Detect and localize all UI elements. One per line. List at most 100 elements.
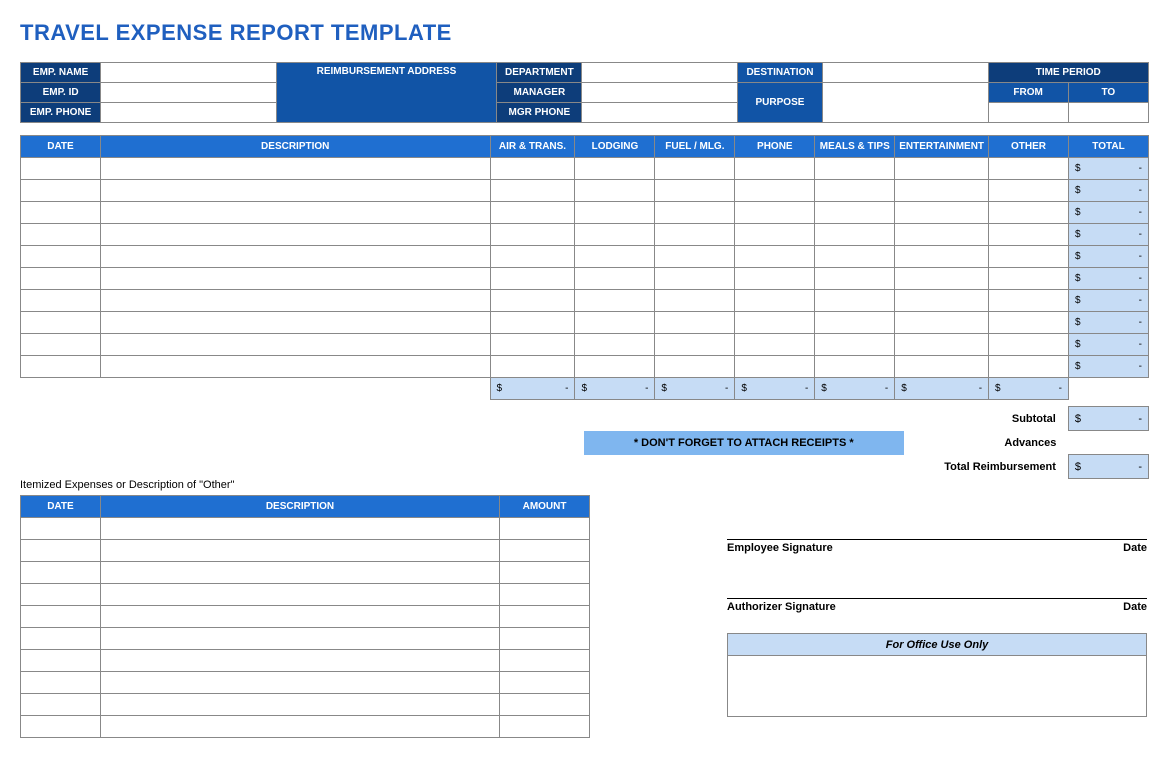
- expense-cell[interactable]: [575, 202, 655, 224]
- expense-cell[interactable]: [989, 180, 1069, 202]
- expense-cell[interactable]: [655, 334, 735, 356]
- itemized-cell[interactable]: [21, 562, 101, 584]
- input-emp-phone[interactable]: [101, 103, 276, 123]
- itemized-cell[interactable]: [100, 540, 499, 562]
- expense-cell[interactable]: [21, 224, 101, 246]
- input-from[interactable]: [988, 103, 1068, 123]
- expense-cell[interactable]: [100, 246, 490, 268]
- expense-cell[interactable]: [490, 356, 575, 378]
- expense-cell[interactable]: [21, 356, 101, 378]
- expense-cell[interactable]: [100, 202, 490, 224]
- expense-cell[interactable]: [21, 246, 101, 268]
- expense-cell[interactable]: [989, 158, 1069, 180]
- expense-cell[interactable]: [735, 290, 815, 312]
- expense-cell[interactable]: [895, 312, 989, 334]
- itemized-cell[interactable]: [100, 628, 499, 650]
- expense-cell[interactable]: [490, 224, 575, 246]
- value-advances[interactable]: [1068, 431, 1148, 455]
- expense-cell[interactable]: [655, 180, 735, 202]
- expense-cell[interactable]: [815, 224, 895, 246]
- expense-cell[interactable]: [815, 356, 895, 378]
- itemized-cell[interactable]: [100, 518, 499, 540]
- employee-signature-line[interactable]: Employee Signature Date: [727, 539, 1147, 554]
- itemized-cell[interactable]: [100, 650, 499, 672]
- expense-cell[interactable]: [575, 312, 655, 334]
- expense-cell[interactable]: [735, 356, 815, 378]
- expense-cell[interactable]: [895, 290, 989, 312]
- itemized-cell[interactable]: [500, 694, 590, 716]
- itemized-cell[interactable]: [21, 518, 101, 540]
- input-emp-id[interactable]: [101, 83, 276, 103]
- expense-cell[interactable]: [21, 268, 101, 290]
- itemized-cell[interactable]: [21, 694, 101, 716]
- expense-cell[interactable]: [490, 312, 575, 334]
- expense-cell[interactable]: [575, 180, 655, 202]
- expense-cell[interactable]: [989, 312, 1069, 334]
- expense-cell[interactable]: [655, 268, 735, 290]
- expense-cell[interactable]: [895, 180, 989, 202]
- expense-cell[interactable]: [21, 202, 101, 224]
- itemized-cell[interactable]: [100, 716, 499, 738]
- expense-cell[interactable]: [815, 180, 895, 202]
- expense-cell[interactable]: [100, 224, 490, 246]
- expense-cell[interactable]: [655, 202, 735, 224]
- itemized-cell[interactable]: [500, 628, 590, 650]
- itemized-cell[interactable]: [21, 628, 101, 650]
- expense-cell[interactable]: [100, 312, 490, 334]
- expense-cell[interactable]: [815, 290, 895, 312]
- expense-cell[interactable]: [490, 334, 575, 356]
- expense-cell[interactable]: [100, 268, 490, 290]
- expense-cell[interactable]: [989, 290, 1069, 312]
- expense-cell[interactable]: [989, 202, 1069, 224]
- itemized-cell[interactable]: [500, 606, 590, 628]
- expense-cell[interactable]: [655, 246, 735, 268]
- itemized-cell[interactable]: [500, 650, 590, 672]
- expense-cell[interactable]: [490, 290, 575, 312]
- expense-cell[interactable]: [735, 202, 815, 224]
- expense-cell[interactable]: [100, 356, 490, 378]
- expense-cell[interactable]: [815, 158, 895, 180]
- expense-cell[interactable]: [735, 312, 815, 334]
- expense-cell[interactable]: [989, 268, 1069, 290]
- itemized-cell[interactable]: [500, 518, 590, 540]
- itemized-cell[interactable]: [100, 672, 499, 694]
- input-department[interactable]: [582, 63, 737, 83]
- expense-cell[interactable]: [21, 312, 101, 334]
- expense-cell[interactable]: [21, 180, 101, 202]
- expense-cell[interactable]: [575, 290, 655, 312]
- expense-cell[interactable]: [895, 202, 989, 224]
- expense-cell[interactable]: [21, 334, 101, 356]
- expense-cell[interactable]: [655, 356, 735, 378]
- itemized-cell[interactable]: [500, 540, 590, 562]
- expense-cell[interactable]: [735, 180, 815, 202]
- itemized-cell[interactable]: [500, 584, 590, 606]
- expense-cell[interactable]: [815, 334, 895, 356]
- expense-cell[interactable]: [490, 268, 575, 290]
- expense-cell[interactable]: [735, 334, 815, 356]
- itemized-cell[interactable]: [500, 562, 590, 584]
- expense-cell[interactable]: [575, 246, 655, 268]
- expense-cell[interactable]: [490, 246, 575, 268]
- expense-cell[interactable]: [21, 290, 101, 312]
- itemized-cell[interactable]: [100, 606, 499, 628]
- expense-cell[interactable]: [490, 202, 575, 224]
- itemized-cell[interactable]: [21, 540, 101, 562]
- itemized-cell[interactable]: [500, 716, 590, 738]
- itemized-cell[interactable]: [100, 694, 499, 716]
- expense-cell[interactable]: [815, 312, 895, 334]
- expense-cell[interactable]: [735, 224, 815, 246]
- expense-cell[interactable]: [655, 158, 735, 180]
- expense-cell[interactable]: [100, 180, 490, 202]
- expense-cell[interactable]: [575, 158, 655, 180]
- expense-cell[interactable]: [735, 158, 815, 180]
- expense-cell[interactable]: [895, 158, 989, 180]
- expense-cell[interactable]: [735, 268, 815, 290]
- expense-cell[interactable]: [989, 334, 1069, 356]
- input-destination[interactable]: [823, 63, 988, 83]
- office-use-area[interactable]: [728, 656, 1146, 716]
- expense-cell[interactable]: [655, 290, 735, 312]
- authorizer-signature-line[interactable]: Authorizer Signature Date: [727, 598, 1147, 613]
- expense-cell[interactable]: [100, 158, 490, 180]
- expense-cell[interactable]: [735, 246, 815, 268]
- itemized-cell[interactable]: [21, 584, 101, 606]
